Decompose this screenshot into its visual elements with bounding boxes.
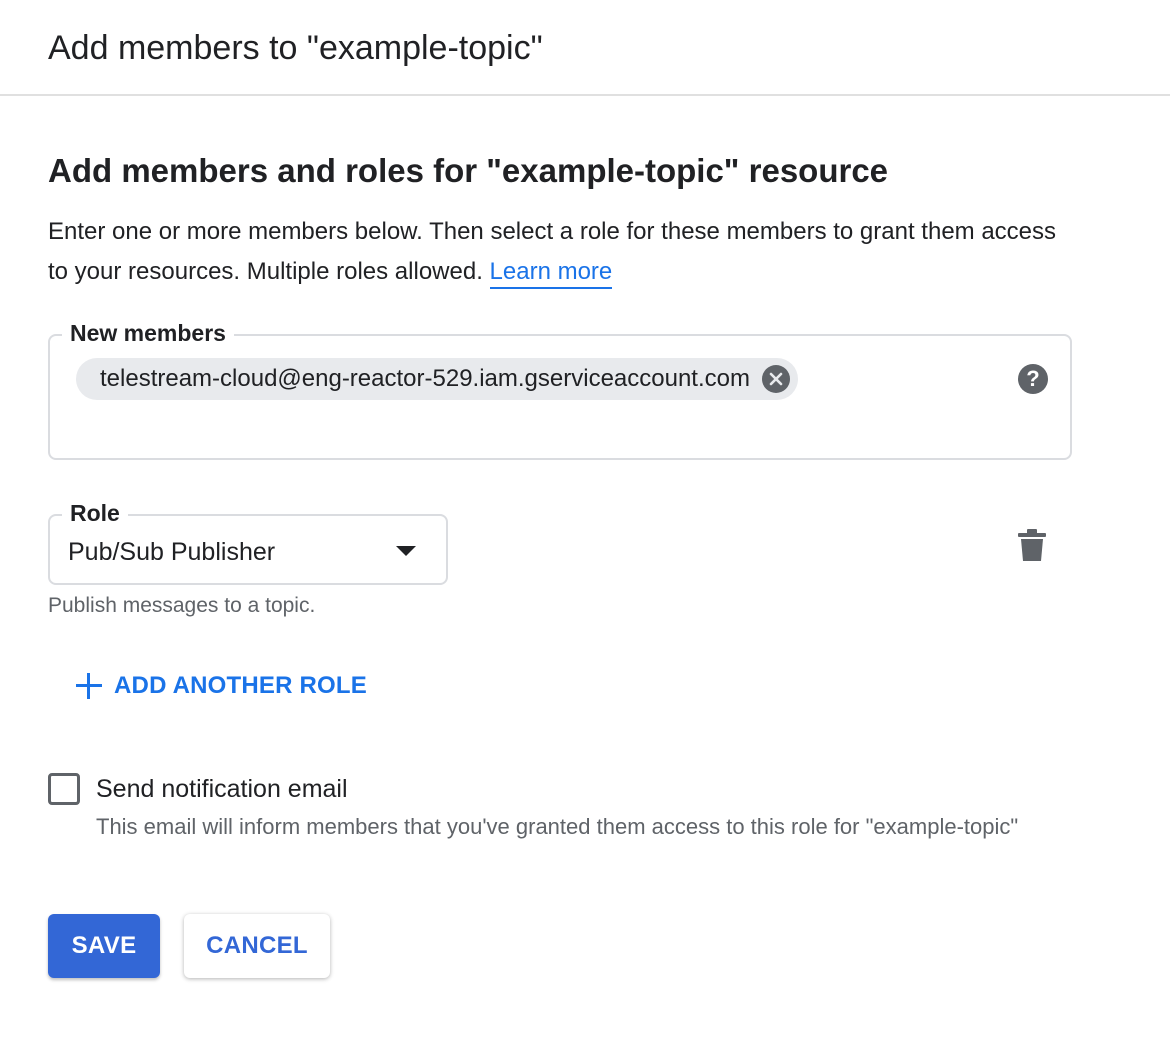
- section-heading: Add members and roles for "example-topic…: [48, 152, 889, 189]
- trash-icon[interactable]: [1018, 528, 1046, 562]
- new-members-label: New members: [62, 319, 234, 347]
- role-description: Publish messages to a topic.: [48, 594, 316, 617]
- add-another-role-button[interactable]: ADD ANOTHER ROLE: [76, 668, 367, 704]
- cancel-button[interactable]: CANCEL: [184, 914, 330, 978]
- role-select[interactable]: Role Pub/Sub Publisher: [48, 499, 448, 585]
- new-members-field[interactable]: New members telestream-cloud@eng-reactor…: [48, 319, 1072, 460]
- learn-more-link[interactable]: Learn more: [489, 258, 613, 289]
- notification-label[interactable]: Send notification email: [96, 772, 348, 806]
- dialog-header: Add members to "example-topic": [0, 0, 1170, 96]
- add-another-role-label: ADD ANOTHER ROLE: [114, 672, 367, 699]
- notification-checkbox[interactable]: [48, 773, 80, 805]
- close-circle-icon[interactable]: [761, 365, 790, 393]
- section-description: Enter one or more members below. Then se…: [48, 212, 1068, 292]
- dialog-title: Add members to "example-topic": [48, 29, 543, 67]
- role-selected-value: Pub/Sub Publisher: [68, 538, 276, 566]
- save-button[interactable]: SAVE: [48, 914, 160, 978]
- caret-down-icon: [396, 546, 416, 556]
- role-label: Role: [62, 499, 128, 527]
- notification-help-text: This email will inform members that you'…: [96, 814, 1019, 839]
- help-circle-icon[interactable]: ?: [1018, 364, 1048, 394]
- plus-icon: [76, 673, 102, 699]
- member-chip: telestream-cloud@eng-reactor-529.iam.gse…: [76, 358, 798, 400]
- member-chip-label: telestream-cloud@eng-reactor-529.iam.gse…: [100, 365, 750, 392]
